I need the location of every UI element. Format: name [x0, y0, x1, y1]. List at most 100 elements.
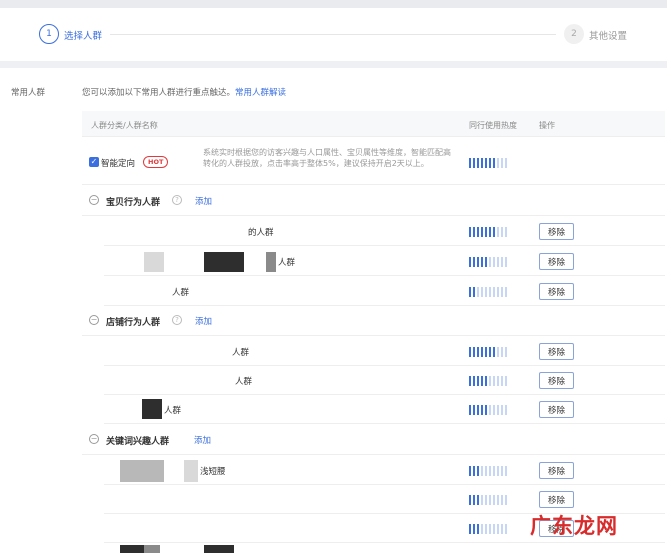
- smart-targeting-name: 智能定向: [101, 159, 136, 169]
- smart-targeting-checkbox[interactable]: ✓: [89, 157, 99, 167]
- redacted-block: [144, 545, 160, 553]
- group-title: 店铺行为人群: [106, 318, 161, 328]
- group-title: 宝贝行为人群: [106, 198, 161, 208]
- step-connector: [110, 34, 556, 35]
- heat-bar: [501, 405, 503, 415]
- audience-name: 浅短腰: [200, 467, 226, 477]
- heat-bar: [501, 347, 503, 357]
- col-header-action: 操作: [539, 121, 555, 130]
- heat-bar: [473, 495, 475, 505]
- heat-bar: [481, 158, 483, 168]
- heat-meter: [469, 495, 507, 505]
- audience-name: 人群: [232, 348, 250, 358]
- heat-bar: [497, 376, 499, 386]
- heat-bar: [485, 524, 487, 534]
- section-intro: 您可以添加以下常用人群进行重点触达。常用人群解读: [82, 86, 286, 98]
- remove-button[interactable]: 移除: [539, 462, 574, 479]
- add-link[interactable]: 添加: [195, 315, 212, 327]
- heat-meter: [469, 257, 507, 267]
- remove-button[interactable]: 移除: [539, 401, 574, 418]
- heat-meter: [469, 227, 507, 237]
- heat-bar: [505, 347, 507, 357]
- heat-bar: [473, 466, 475, 476]
- heat-bar: [477, 405, 479, 415]
- heat-bar: [473, 405, 475, 415]
- step-2-number[interactable]: 2: [564, 24, 584, 44]
- add-link[interactable]: 添加: [194, 434, 211, 446]
- heat-meter: [469, 524, 507, 534]
- heat-bar: [493, 376, 495, 386]
- remove-button[interactable]: 移除: [539, 283, 574, 300]
- heat-bar: [489, 524, 491, 534]
- col-header-name: 人群分类/人群名称: [91, 121, 158, 130]
- heat-bar: [497, 466, 499, 476]
- remove-button[interactable]: 移除: [539, 343, 574, 360]
- remove-button[interactable]: 移除: [539, 253, 574, 270]
- heat-bar: [481, 495, 483, 505]
- heat-bar: [485, 405, 487, 415]
- heat-bar: [497, 158, 499, 168]
- heat-bar: [485, 257, 487, 267]
- heat-bar: [505, 376, 507, 386]
- heat-bar: [493, 466, 495, 476]
- heat-bar: [485, 158, 487, 168]
- table-row: 人群 移除: [104, 247, 665, 276]
- heat-bar: [505, 466, 507, 476]
- heat-bar: [505, 287, 507, 297]
- help-icon[interactable]: ?: [172, 195, 182, 205]
- collapse-icon[interactable]: −: [89, 434, 99, 444]
- heat-bar: [489, 376, 491, 386]
- heat-bar: [473, 347, 475, 357]
- heat-bar: [469, 347, 471, 357]
- smart-targeting-description: 系统实时根据您的访客兴趣与人口属性、宝贝属性等维度，智能匹配高转化的人群投放，点…: [203, 148, 451, 168]
- heat-bar: [489, 495, 491, 505]
- heat-bar: [469, 466, 471, 476]
- heat-bar: [497, 287, 499, 297]
- heat-bar: [505, 524, 507, 534]
- heat-bar: [493, 287, 495, 297]
- heat-bar: [485, 495, 487, 505]
- heat-bar: [485, 466, 487, 476]
- table-row: 人群 移除: [104, 277, 665, 306]
- remove-button[interactable]: 移除: [539, 372, 574, 389]
- heat-meter: [469, 158, 507, 168]
- heat-bar: [477, 524, 479, 534]
- heat-bar: [481, 524, 483, 534]
- audience-name: 人群: [235, 377, 253, 387]
- intro-text: 您可以添加以下常用人群进行重点触达。: [82, 88, 236, 98]
- redacted-block: [142, 399, 162, 419]
- heat-bar: [469, 495, 471, 505]
- remove-button[interactable]: 移除: [539, 223, 574, 240]
- step-2-label[interactable]: 其他设置: [589, 28, 627, 42]
- table-row: 人群 移除: [104, 366, 665, 395]
- heat-bar: [489, 158, 491, 168]
- col-header-heat: 同行使用热度: [469, 121, 517, 130]
- remove-button[interactable]: 移除: [539, 491, 574, 508]
- heat-bar: [485, 376, 487, 386]
- collapse-icon[interactable]: −: [89, 195, 99, 205]
- heat-bar: [473, 158, 475, 168]
- collapse-icon[interactable]: −: [89, 315, 99, 325]
- heat-bar: [501, 257, 503, 267]
- table-row: 的人群 移除: [104, 217, 665, 246]
- table-row: 人群 移除: [104, 337, 665, 366]
- help-icon[interactable]: ?: [172, 315, 182, 325]
- heat-bar: [493, 495, 495, 505]
- heat-bar: [497, 227, 499, 237]
- step-1-number[interactable]: 1: [39, 24, 59, 44]
- audience-name: 人群: [278, 258, 296, 268]
- step-1-label[interactable]: 选择人群: [64, 28, 102, 42]
- heat-meter: [469, 347, 507, 357]
- heat-bar: [493, 158, 495, 168]
- heat-bar: [489, 466, 491, 476]
- heat-bar: [493, 405, 495, 415]
- smart-targeting-row: ✓ 智能定向 HOT 系统实时根据您的访客兴趣与人口属性、宝贝属性等维度，智能匹…: [82, 138, 665, 185]
- heat-bar: [493, 347, 495, 357]
- watermark-text: 广东龙网: [530, 514, 618, 538]
- heat-meter: [469, 376, 507, 386]
- heat-meter: [469, 466, 507, 476]
- table-row: 人群 移除: [104, 395, 665, 424]
- add-link[interactable]: 添加: [195, 195, 212, 207]
- group-title: 关键词兴趣人群: [106, 437, 170, 447]
- intro-help-link[interactable]: 常用人群解读: [235, 88, 286, 98]
